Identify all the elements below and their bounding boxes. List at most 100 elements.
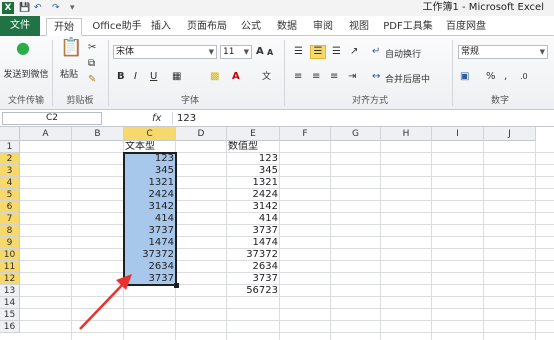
tab-data[interactable]: 数据 [272,18,302,36]
cell-e5[interactable]: 2424 [227,189,280,201]
number-format-select[interactable]: 常规 ▼ [458,45,548,59]
cell-e6[interactable]: 3142 [227,201,280,213]
comma-button[interactable]: , [504,71,507,83]
underline-button[interactable]: U [150,71,157,83]
paste-button[interactable]: 粘贴 [56,67,82,80]
column-header-i[interactable]: I [432,127,484,141]
row-header-4[interactable]: 4 [0,177,20,189]
cell-e12[interactable]: 3737 [227,273,280,285]
font-color-icon[interactable]: A [232,71,240,83]
align-left-icon[interactable]: ≡ [294,71,302,83]
merge-center-icon[interactable]: ↔ [372,71,380,83]
column-header-f[interactable]: F [280,127,331,141]
gridline [20,272,554,273]
cell-e11[interactable]: 2634 [227,261,280,273]
chevron-down-icon: ▼ [208,48,214,56]
column-header-j[interactable]: J [484,127,536,141]
row-header-10[interactable]: 10 [0,249,20,261]
column-header-e[interactable]: E [227,127,280,141]
column-header-d[interactable]: D [176,127,227,141]
save-icon[interactable]: 💾 [19,2,30,14]
align-center-icon[interactable]: ≡ [312,71,320,83]
column-header-g[interactable]: G [331,127,381,141]
accounting-format-icon[interactable]: ▣ [460,71,469,83]
bold-button[interactable]: B [117,71,125,83]
excel-icon[interactable]: X [2,2,14,14]
tab-pdf-tools[interactable]: PDF工具集 [380,18,436,36]
row-header-7[interactable]: 7 [0,213,20,225]
fx-icon[interactable]: fx [152,112,161,125]
tab-home[interactable]: 开始 [46,18,82,36]
fill-color-icon[interactable]: ▩ [210,71,219,83]
row-header-16[interactable]: 16 [0,321,20,333]
cut-icon[interactable]: ✂ [88,42,96,54]
row-header-5[interactable]: 5 [0,189,20,201]
row-header-11[interactable]: 11 [0,261,20,273]
orientation-icon[interactable]: ↗ [350,46,358,58]
chevron-down-icon: ▼ [539,48,545,56]
tab-baidu-netdisk[interactable]: 百度网盘 [440,18,492,36]
align-right-icon[interactable]: ≡ [330,71,338,83]
font-size-select[interactable]: 11 ▼ [220,45,252,59]
cell-e8[interactable]: 3737 [227,225,280,237]
cell-e9[interactable]: 1474 [227,237,280,249]
align-middle-icon[interactable]: ☰ [310,45,326,59]
percent-button[interactable]: % [486,71,496,83]
borders-icon[interactable]: ▦ [172,71,181,83]
align-top-icon[interactable]: ☰ [294,46,303,58]
row-header-3[interactable]: 3 [0,165,20,177]
redo-icon[interactable]: ↷ [52,2,60,14]
column-header-h[interactable]: H [381,127,432,141]
cell-e7[interactable]: 414 [227,213,280,225]
row-header-15[interactable]: 15 [0,309,20,321]
tab-formulas[interactable]: 公式 [236,18,266,36]
wrap-text-button[interactable]: 自动换行 [385,47,421,60]
grow-font-button[interactable]: A [256,46,264,58]
column-header-b[interactable]: B [72,127,124,141]
cell-e13[interactable]: 56723 [227,285,280,297]
column-header-c[interactable]: C [124,127,176,141]
wechat-icon[interactable]: ● [16,40,30,56]
select-all-corner[interactable] [0,127,20,141]
row-header-1[interactable]: 1 [0,141,20,153]
column-header-a[interactable]: A [20,127,72,141]
tab-review[interactable]: 审阅 [308,18,338,36]
copy-icon[interactable]: ⧉ [88,58,95,70]
fill-handle[interactable] [174,283,179,288]
row-header-13[interactable]: 13 [0,285,20,297]
cell-e4[interactable]: 1321 [227,177,280,189]
indent-icon[interactable]: ⇥ [348,71,356,83]
row-header-14[interactable]: 14 [0,297,20,309]
tab-page-layout[interactable]: 页面布局 [182,18,232,36]
cell-e2[interactable]: 123 [227,153,280,165]
cell-e3[interactable]: 345 [227,165,280,177]
tab-insert[interactable]: 插入 [146,18,176,36]
row-header-6[interactable]: 6 [0,201,20,213]
paste-icon[interactable]: 📋 [60,39,82,57]
cell-e1[interactable]: 数值型 [228,141,281,153]
increase-decimal-icon[interactable]: .0 [520,71,528,83]
customize-icon[interactable]: ▾ [70,2,75,14]
italic-button[interactable]: I [134,71,137,83]
gridline [71,141,72,340]
row-header-8[interactable]: 8 [0,225,20,237]
tab-view[interactable]: 视图 [344,18,374,36]
send-to-wechat-button[interactable]: 发送到微信 [2,67,50,80]
row-header-9[interactable]: 9 [0,237,20,249]
row-header-2[interactable]: 2 [0,153,20,165]
wrap-text-icon[interactable]: ↵ [372,46,380,58]
name-box[interactable]: C2 [2,112,102,125]
cell-e10[interactable]: 37372 [227,249,280,261]
formula-input[interactable]: 123 [172,112,552,125]
align-bottom-icon[interactable]: ☰ [332,46,341,58]
undo-icon[interactable]: ↶ [34,2,42,14]
tab-office-assistant[interactable]: Office助手 [86,18,148,36]
row-header-12[interactable]: 12 [0,273,20,285]
tab-file[interactable]: 文件 [0,16,40,36]
format-painter-icon[interactable]: ✎ [88,74,96,86]
font-name-select[interactable]: 宋体 ▼ [113,45,217,59]
merge-center-button[interactable]: 合并后居中 [385,72,430,85]
window-title: 工作簿1 - Microsoft Excel [422,2,544,13]
phonetic-button[interactable]: 文 [262,71,271,83]
shrink-font-button[interactable]: A [267,47,273,59]
